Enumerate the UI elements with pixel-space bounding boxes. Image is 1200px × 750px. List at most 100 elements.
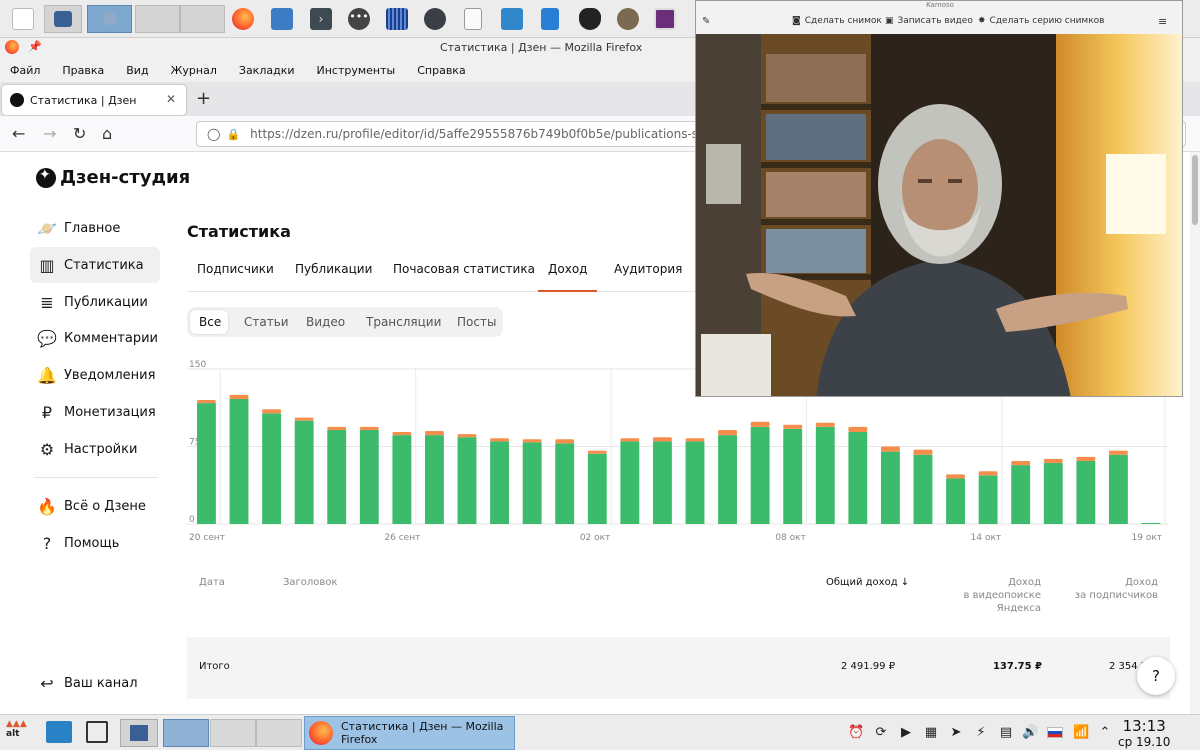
back-button[interactable]: ← — [12, 124, 25, 143]
sidebar-item-settings[interactable]: ⚙ Настройки — [30, 431, 160, 467]
files-icon[interactable] — [268, 5, 296, 33]
column-title[interactable]: Заголовок — [283, 576, 337, 589]
menu-edit[interactable]: Правка — [62, 64, 104, 77]
tab-publications[interactable]: Публикации — [295, 262, 372, 276]
volume-icon[interactable]: 🔊 — [1022, 725, 1038, 741]
sidebar-item-main[interactable]: 🪐 Главное — [30, 210, 160, 246]
keyboard-layout-flag-icon[interactable] — [1047, 727, 1063, 738]
sidebar-item-your-channel[interactable]: ↩ Ваш канал — [30, 665, 160, 701]
filter-all[interactable]: Все — [199, 315, 221, 329]
reload-button[interactable]: ↻ — [73, 124, 86, 143]
tab-subscribers[interactable]: Подписчики — [197, 262, 274, 276]
filter-video[interactable]: Видео — [306, 315, 345, 329]
sidebar-item-statistics[interactable]: ▥ Статистика — [30, 247, 160, 283]
burst-photo-button[interactable]: ✸ Сделать серию снимков — [978, 16, 1104, 26]
menu-history[interactable]: Журнал — [171, 64, 217, 77]
help-button[interactable]: ? — [1137, 657, 1175, 695]
calendar-icon[interactable]: ▦ — [923, 725, 939, 741]
tab-audience[interactable]: Аудитория — [614, 262, 682, 276]
wifi-icon[interactable]: 📶 — [1073, 725, 1089, 741]
lock-icon[interactable]: 🔒 — [226, 128, 240, 141]
sidebar-item-publications[interactable]: ≣ Публикации — [30, 284, 160, 320]
sphere-icon[interactable] — [421, 5, 449, 33]
filter-articles[interactable]: Статьи — [244, 315, 289, 329]
menu-bookmarks[interactable]: Закладки — [239, 64, 295, 77]
taskbar-firefox-task[interactable]: Статистика | Дзен — Mozilla Firefox — [304, 716, 515, 750]
column-date[interactable]: Дата — [199, 576, 225, 589]
sidebar-item-comments[interactable]: 💬 Комментарии — [30, 320, 160, 356]
alarm-icon[interactable]: ⏰ — [848, 725, 864, 741]
video-icon[interactable] — [651, 5, 679, 33]
menu-file[interactable]: Файл — [10, 64, 40, 77]
column-video-search-income[interactable]: Доход в видеопоиске Яндекса — [927, 576, 1042, 615]
window-thumb[interactable] — [210, 719, 256, 747]
sidebar-item-about-dzen[interactable]: 🔥 Всё о Дзене — [30, 488, 160, 524]
sidebar-item-monetization[interactable]: ₽ Монетизация — [30, 394, 160, 430]
update-icon[interactable]: ⟳ — [873, 725, 889, 741]
column-total-income[interactable]: Общий доход ↓ — [826, 576, 909, 589]
sidebar-item-help[interactable]: ? Помощь — [30, 525, 160, 561]
inkscape-icon[interactable] — [576, 5, 604, 33]
fire-icon: 🔥 — [37, 496, 57, 516]
clock-date: ср 19.10 — [1118, 735, 1171, 749]
window-thumb[interactable] — [256, 719, 302, 747]
clock[interactable]: 13:13 ср 19.10 — [1118, 717, 1170, 749]
take-photo-button[interactable]: ◙ Сделать снимок — [792, 16, 882, 26]
scrollbar[interactable] — [1190, 152, 1200, 714]
browser-tab[interactable]: Статистика | Дзен ✕ — [2, 85, 186, 115]
firefox-icon — [309, 721, 333, 745]
scrollbar-thumb[interactable] — [1192, 155, 1198, 225]
menu-view[interactable]: Вид — [126, 64, 148, 77]
filter-posts[interactable]: Посты — [457, 315, 496, 329]
window-thumb[interactable] — [163, 719, 209, 747]
filter-streams[interactable]: Трансляции — [366, 315, 441, 329]
alt-menu-icon[interactable]: ▲▲▲ alt — [6, 719, 36, 747]
effects-icon[interactable]: ✎ — [702, 16, 710, 27]
dzen-studio-logo[interactable]: Дзен-студия — [36, 167, 190, 188]
power-plug-icon[interactable]: ⚡ — [973, 725, 989, 741]
media-play-icon[interactable]: ▶ — [898, 725, 914, 741]
show-desktop-icon[interactable] — [86, 721, 108, 743]
settings-sliders-icon[interactable]: ≡ — [1158, 15, 1167, 28]
y-tick-label: 0 — [189, 515, 195, 525]
installer-icon[interactable] — [498, 5, 526, 33]
chevron-up-icon[interactable]: ⌃ — [1097, 725, 1113, 741]
forward-button[interactable]: → — [43, 124, 56, 143]
url-text[interactable]: https://dzen.ru/profile/editor/id/5affe2… — [250, 127, 757, 141]
folder-icon[interactable] — [46, 721, 72, 743]
firefox-icon[interactable] — [229, 5, 257, 33]
close-tab-icon[interactable]: ✕ — [166, 92, 176, 106]
new-tab-button[interactable]: + — [196, 88, 211, 109]
bar-extra-income — [392, 432, 412, 436]
x-tick-label: 26 сент — [384, 533, 420, 543]
bar-extra-income — [229, 394, 249, 399]
window-thumb[interactable] — [135, 5, 180, 33]
terminal-icon[interactable]: › — [307, 5, 335, 33]
tab-income[interactable]: Доход — [537, 262, 599, 292]
sidebar-item-notifications[interactable]: 🔔 Уведомления — [30, 357, 160, 393]
document-icon[interactable] — [459, 5, 487, 33]
window-thumb[interactable] — [180, 5, 225, 33]
gimp-icon[interactable] — [614, 5, 642, 33]
column-subscribers-income[interactable]: Доход за подписчиков — [1068, 576, 1158, 602]
tab-hourly-stats[interactable]: Почасовая статистика — [393, 262, 535, 276]
app-launcher-icon[interactable] — [4, 5, 42, 33]
shield-icon[interactable]: ◯ — [207, 127, 220, 141]
docs-icon[interactable] — [536, 5, 564, 33]
y-tick-label: 150 — [189, 360, 206, 370]
firefox-window-thumb[interactable] — [87, 5, 132, 33]
clipboard-icon[interactable]: ▤ — [998, 725, 1014, 741]
menu-tools[interactable]: Инструменты — [317, 64, 396, 77]
window-thumb[interactable] — [44, 5, 82, 33]
bar-extra-income — [685, 438, 705, 442]
more-icon[interactable]: ••• — [345, 5, 373, 33]
menu-help[interactable]: Справка — [417, 64, 465, 77]
record-video-button[interactable]: ▣ Записать видео — [885, 16, 973, 26]
bar-extra-income — [522, 439, 542, 443]
bar-main-income — [522, 442, 542, 524]
monitor-icon[interactable] — [383, 5, 411, 33]
home-button[interactable]: ⌂ — [102, 124, 112, 143]
window-thumb[interactable] — [120, 719, 158, 747]
pin-icon[interactable]: 📌 — [28, 40, 42, 53]
telegram-icon[interactable]: ➤ — [948, 725, 964, 741]
